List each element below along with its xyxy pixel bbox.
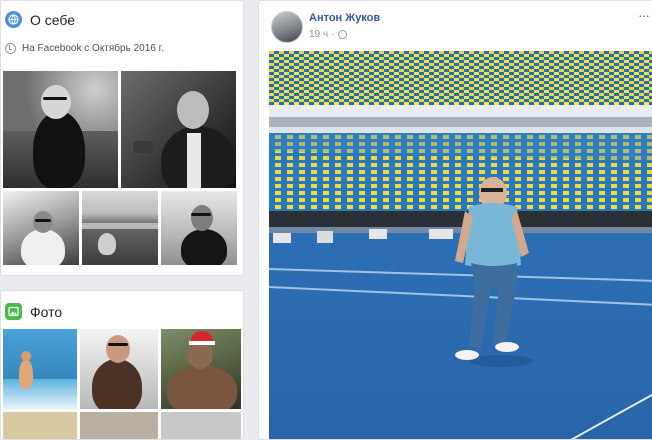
photo-icon [5,303,22,320]
facebook-since: На Facebook с Октябрь 2016 г. [5,43,164,54]
photos-thumb-1[interactable] [3,329,77,409]
about-photo-4[interactable] [82,191,158,265]
about-photo-3[interactable] [3,191,79,265]
about-photo-1[interactable] [3,71,118,188]
post-photo[interactable] [269,51,652,439]
photos-card: Фото [0,290,244,440]
about-photo-5[interactable] [161,191,237,265]
about-title: О себе [30,11,76,28]
photos-header[interactable]: Фото [5,303,62,320]
globe-icon [5,11,22,28]
privacy-globe-icon [338,30,348,39]
stadium-scene [269,51,652,439]
photos-thumb-4[interactable] [3,412,77,439]
author-name[interactable]: Антон Жуков [309,12,380,24]
photos-thumb-2[interactable] [80,329,158,409]
about-header[interactable]: О себе [5,11,75,28]
clock-icon [5,43,16,54]
photos-thumb-3[interactable] [161,329,241,409]
more-options-icon[interactable]: ··· [638,7,650,23]
author-avatar[interactable] [271,11,303,43]
post-time[interactable]: 19 ч [309,29,328,40]
photos-thumb-6[interactable] [161,412,241,439]
photos-title: Фото [30,303,63,320]
post-timestamp[interactable]: 19 ч · [309,29,348,40]
post-card: Антон Жуков 19 ч · ··· [258,0,652,440]
separator-dot: · [331,29,335,40]
about-card: О себе На Facebook с Октябрь 2016 г. [0,0,244,276]
since-text: На Facebook с Октябрь 2016 г. [22,43,164,54]
photos-thumb-5[interactable] [80,412,158,439]
about-photo-2[interactable] [121,71,236,188]
